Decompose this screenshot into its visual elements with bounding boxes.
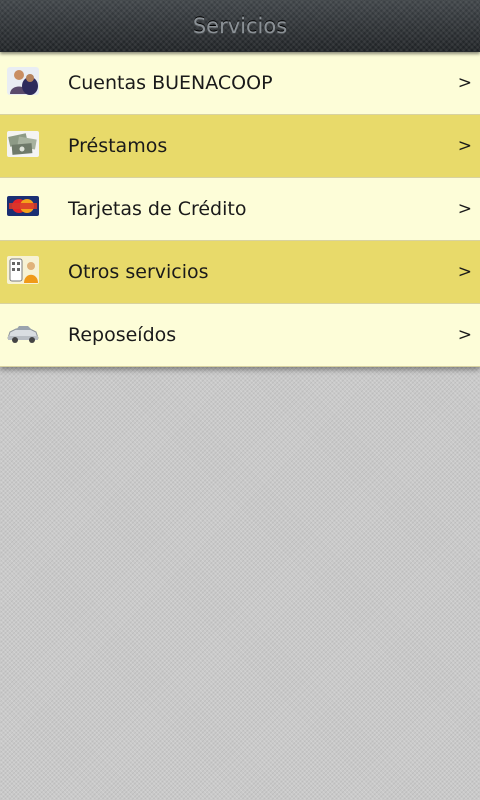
menu-item-tarjetas[interactable]: Tarjetas de Crédito > bbox=[0, 178, 480, 241]
menu-item-cuentas[interactable]: Cuentas BUENACOOP > bbox=[0, 52, 480, 115]
chevron-right-icon: > bbox=[457, 199, 472, 219]
menu-item-label: Préstamos bbox=[68, 135, 168, 157]
menu-item-prestamos[interactable]: Préstamos > bbox=[0, 115, 480, 178]
menu-item-label: Tarjetas de Crédito bbox=[68, 198, 247, 220]
services-menu: Cuentas BUENACOOP > Préstamos > Tarjetas bbox=[0, 52, 480, 367]
chevron-right-icon: > bbox=[457, 262, 472, 282]
services-icon bbox=[6, 255, 40, 285]
money-icon bbox=[6, 129, 40, 159]
person-icon bbox=[6, 66, 40, 96]
car-icon bbox=[6, 318, 40, 348]
chevron-right-icon: > bbox=[457, 136, 472, 156]
menu-item-otros-servicios[interactable]: Otros servicios > bbox=[0, 241, 480, 304]
chevron-right-icon: > bbox=[457, 325, 472, 345]
menu-item-label: Reposeídos bbox=[68, 324, 177, 346]
menu-item-label: Cuentas BUENACOOP bbox=[68, 72, 273, 94]
credit-card-icon bbox=[6, 192, 40, 222]
menu-item-label: Otros servicios bbox=[68, 261, 209, 283]
page-title: Servicios bbox=[192, 14, 288, 38]
menu-item-reposeidos[interactable]: Reposeídos > bbox=[0, 304, 480, 367]
title-bar: Servicios bbox=[0, 0, 480, 52]
chevron-right-icon: > bbox=[457, 73, 472, 93]
